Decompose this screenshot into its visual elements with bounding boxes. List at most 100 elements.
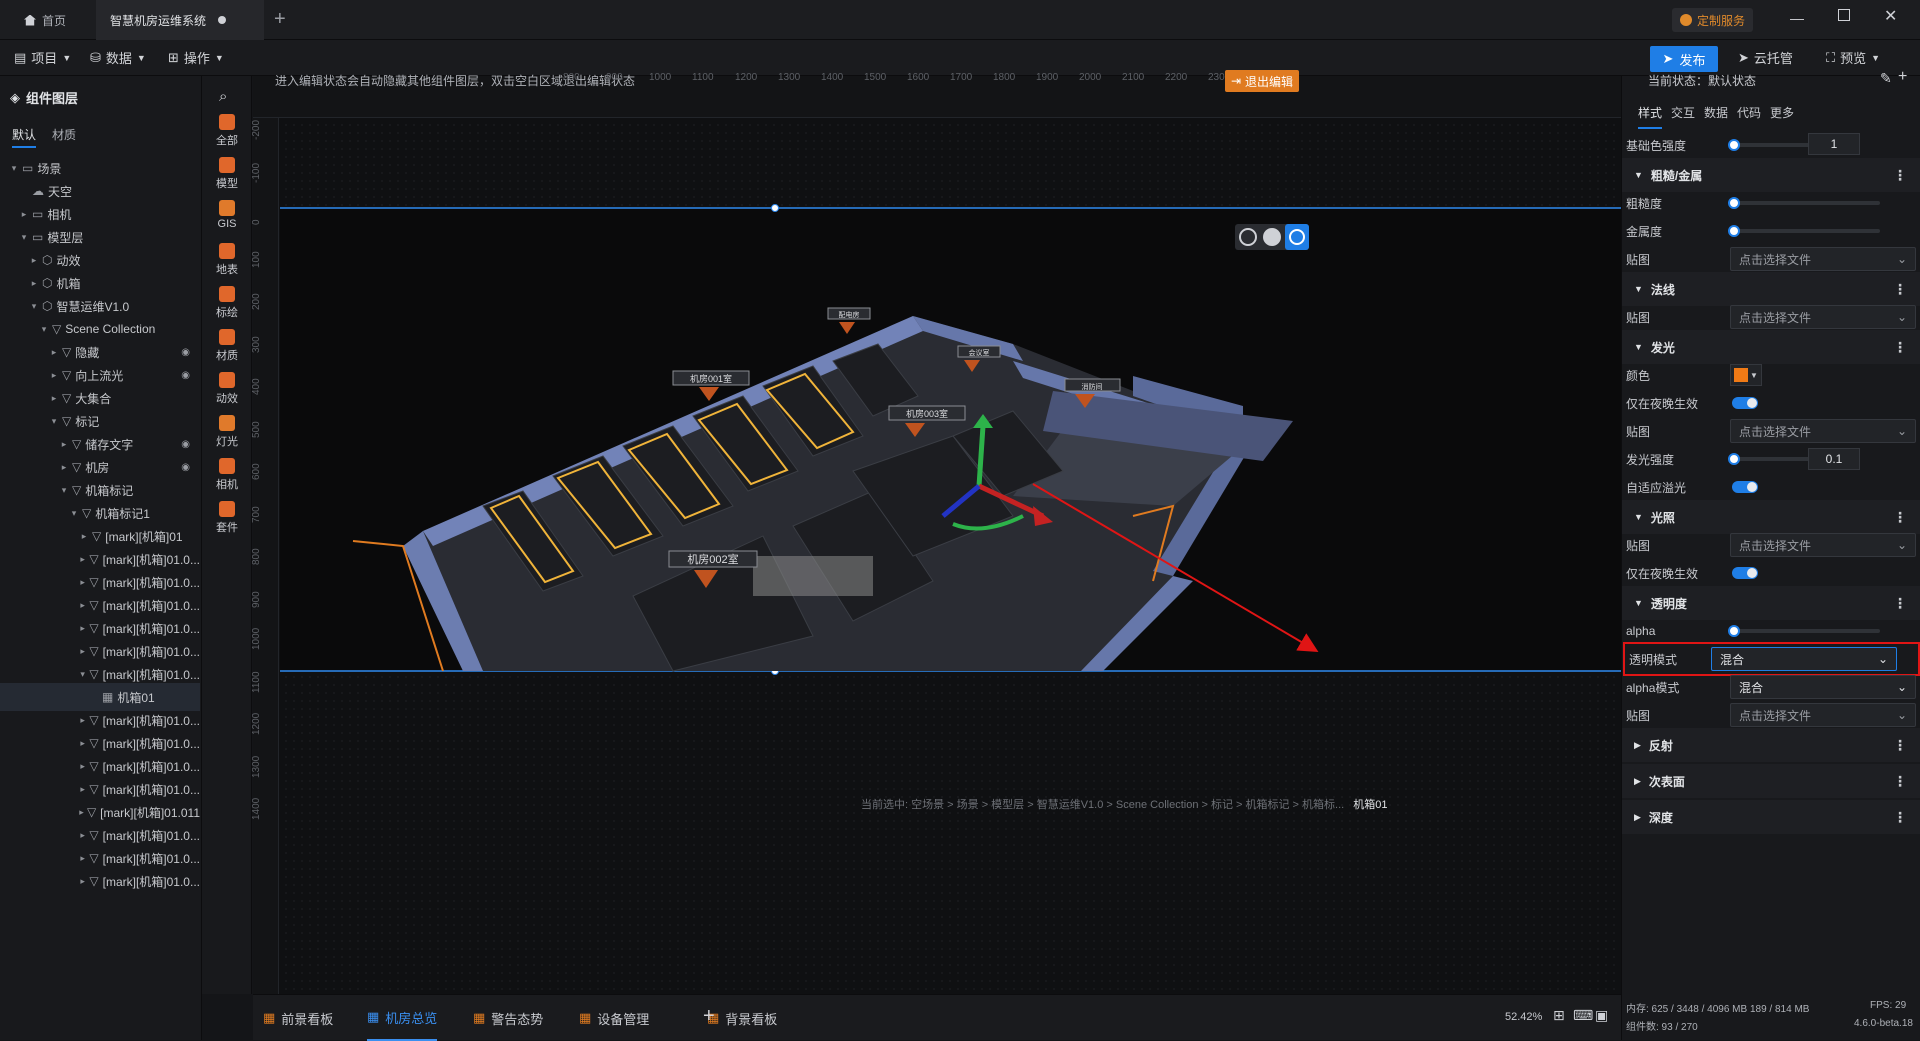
menu-project[interactable]: ▤ 项目 ▼ — [14, 48, 71, 67]
alpha-knob[interactable] — [1728, 625, 1740, 637]
tab-more[interactable]: 更多 — [1770, 104, 1794, 121]
normal-map-select[interactable]: 点击选择文件 ⌄ — [1730, 305, 1916, 329]
menu-operation[interactable]: ⊞ 操作 ▼ — [168, 48, 224, 67]
preview-button[interactable]: ⛶ 预览 ▼ — [1826, 48, 1880, 67]
roughness-slider[interactable] — [1728, 197, 1880, 209]
tab-interaction[interactable]: 交互 — [1671, 104, 1695, 121]
scene-tab[interactable]: ▦ 警告态势 — [473, 995, 543, 1041]
scene-tab[interactable]: ▦ 设备管理 — [579, 995, 649, 1041]
chevron-right-icon[interactable]: ▸ — [78, 623, 87, 634]
tab-project[interactable]: 智慧机房运维系统 — [96, 0, 264, 40]
category-2[interactable]: GIS — [202, 200, 252, 230]
chevron-right-icon[interactable]: ▸ — [78, 784, 87, 795]
wireframe-view-icon[interactable] — [1239, 228, 1257, 246]
chevron-right-icon[interactable]: ▸ — [58, 462, 70, 473]
new-tab-button[interactable]: + — [274, 8, 286, 31]
tab-code[interactable]: 代码 — [1737, 104, 1761, 121]
edit-icon[interactable]: ✎ — [1880, 70, 1892, 87]
light-map-select[interactable]: 点击选择文件 ⌄ — [1730, 533, 1916, 557]
alpha-slider[interactable] — [1728, 625, 1880, 637]
metalness-slider[interactable] — [1728, 225, 1880, 237]
base-strength-slider[interactable] — [1728, 139, 1816, 151]
section-depth[interactable]: ▶ 深度 ⋮ — [1622, 800, 1920, 834]
chevron-right-icon[interactable]: ▸ — [78, 876, 87, 887]
scene-viewport[interactable]: 机房001室 机房002室 机房003室 配电房 会议室 消防间 — [253, 76, 1621, 994]
chevron-right-icon[interactable]: ▸ — [48, 347, 60, 358]
emissive-strength-input[interactable]: 0.1 — [1808, 448, 1860, 470]
chevron-right-icon[interactable]: ▸ — [78, 830, 87, 841]
visibility-icon[interactable]: ◉ — [181, 439, 190, 450]
tab-default[interactable]: 默认 — [12, 126, 37, 148]
category-5[interactable]: 材质 — [202, 329, 252, 363]
more-icon[interactable]: ⋮ — [1893, 167, 1907, 184]
alpha-mode-select[interactable]: 混合 ⌄ — [1730, 675, 1916, 699]
base-strength-knob[interactable] — [1728, 139, 1740, 151]
emissive-color-picker[interactable]: ▼ — [1730, 364, 1762, 386]
more-icon[interactable]: ⋮ — [1893, 339, 1907, 356]
category-7[interactable]: 灯光 — [202, 415, 252, 449]
emissive-strength-knob[interactable] — [1728, 453, 1740, 465]
chevron-down-icon[interactable]: ▾ — [48, 416, 60, 427]
chevron-right-icon[interactable]: ▸ — [58, 439, 70, 450]
category-0[interactable]: 全部 — [202, 114, 252, 148]
tab-material[interactable]: 材质 — [52, 126, 76, 143]
chevron-right-icon[interactable]: ▸ — [48, 393, 60, 404]
chevron-right-icon[interactable]: ▸ — [78, 761, 87, 772]
category-8[interactable]: 相机 — [202, 458, 252, 492]
category-3[interactable]: 地表 — [202, 243, 252, 277]
tab-style[interactable]: 样式 — [1638, 104, 1663, 129]
chevron-right-icon[interactable]: ▸ — [78, 554, 87, 565]
visibility-icon[interactable]: ◉ — [181, 462, 190, 473]
chevron-right-icon[interactable]: ▸ — [78, 600, 87, 611]
chevron-right-icon[interactable]: ▸ — [78, 715, 87, 726]
visibility-icon[interactable]: ◉ — [181, 370, 190, 381]
visibility-icon[interactable]: ◉ — [181, 347, 190, 358]
more-icon[interactable]: ⋮ — [1893, 509, 1907, 526]
chevron-right-icon[interactable]: ▸ — [78, 738, 87, 749]
maximize-icon[interactable] — [1838, 9, 1850, 21]
tab-data[interactable]: 数据 — [1704, 104, 1728, 121]
transparent-mode-select[interactable]: 混合 ⌄ — [1711, 647, 1897, 671]
add-state-icon[interactable]: + — [1898, 68, 1907, 86]
more-icon[interactable]: ⋮ — [1893, 595, 1907, 612]
section-subsurface[interactable]: ▶ 次表面 ⋮ — [1622, 764, 1920, 798]
scene-tab[interactable]: ▦ 机房总览 — [367, 995, 438, 1041]
scene-tab[interactable]: ▦ 背景看板 — [707, 995, 777, 1041]
roughness-knob[interactable] — [1728, 197, 1740, 209]
emissive-strength-slider[interactable] — [1728, 453, 1816, 465]
publish-button[interactable]: ➤ 发布 — [1650, 46, 1718, 72]
chevron-down-icon[interactable]: ▾ — [58, 485, 70, 496]
tree-item[interactable]: ▸ ▽ [mark][机箱]01.0... — [0, 867, 200, 895]
chevron-right-icon[interactable]: ▸ — [28, 255, 40, 266]
more-icon[interactable]: ⋮ — [1893, 281, 1907, 298]
minimize-icon[interactable]: — — [1790, 10, 1804, 26]
chevron-down-icon[interactable]: ▾ — [38, 324, 50, 335]
transparency-map-select[interactable]: 点击选择文件 ⌄ — [1730, 703, 1916, 727]
chevron-right-icon[interactable]: ▸ — [78, 646, 87, 657]
more-icon[interactable]: ⋮ — [1893, 773, 1907, 790]
more-icon[interactable]: ⋮ — [1893, 809, 1907, 826]
chevron-right-icon[interactable]: ▸ — [78, 853, 87, 864]
chevron-down-icon[interactable]: ▾ — [28, 301, 40, 312]
adaptive-bloom-toggle[interactable] — [1732, 481, 1758, 493]
terminal-icon[interactable]: ▣ — [1595, 1007, 1608, 1024]
keyboard-icon[interactable]: ⌨ — [1573, 1007, 1593, 1024]
exit-edit-button[interactable]: ⇥ 退出编辑 — [1225, 70, 1299, 92]
cloud-host-button[interactable]: ➤ 云托管 — [1738, 48, 1793, 67]
chevron-right-icon[interactable]: ▸ — [78, 577, 87, 588]
close-icon[interactable]: ✕ — [1884, 6, 1897, 26]
fit-view-icon[interactable]: ⊞ — [1553, 1007, 1565, 1024]
chevron-down-icon[interactable]: ▾ — [68, 508, 80, 519]
metalness-knob[interactable] — [1728, 225, 1740, 237]
chevron-right-icon[interactable]: ▸ — [28, 278, 40, 289]
render-view-button[interactable] — [1285, 224, 1309, 250]
add-scene-button[interactable]: + — [703, 1005, 715, 1028]
base-strength-input[interactable]: 1 — [1808, 133, 1860, 155]
chevron-right-icon[interactable]: ▸ — [78, 807, 85, 818]
scene-canvas[interactable]: 机房001室 机房002室 机房003室 配电房 会议室 消防间 当前选中: 空… — [253, 76, 1621, 994]
section-reflect[interactable]: ▶ 反射 ⋮ — [1622, 728, 1920, 762]
chevron-down-icon[interactable]: ▾ — [18, 232, 30, 243]
chevron-right-icon[interactable]: ▸ — [18, 209, 30, 220]
solid-view-icon[interactable] — [1263, 228, 1281, 246]
night-only-toggle[interactable] — [1732, 397, 1758, 409]
